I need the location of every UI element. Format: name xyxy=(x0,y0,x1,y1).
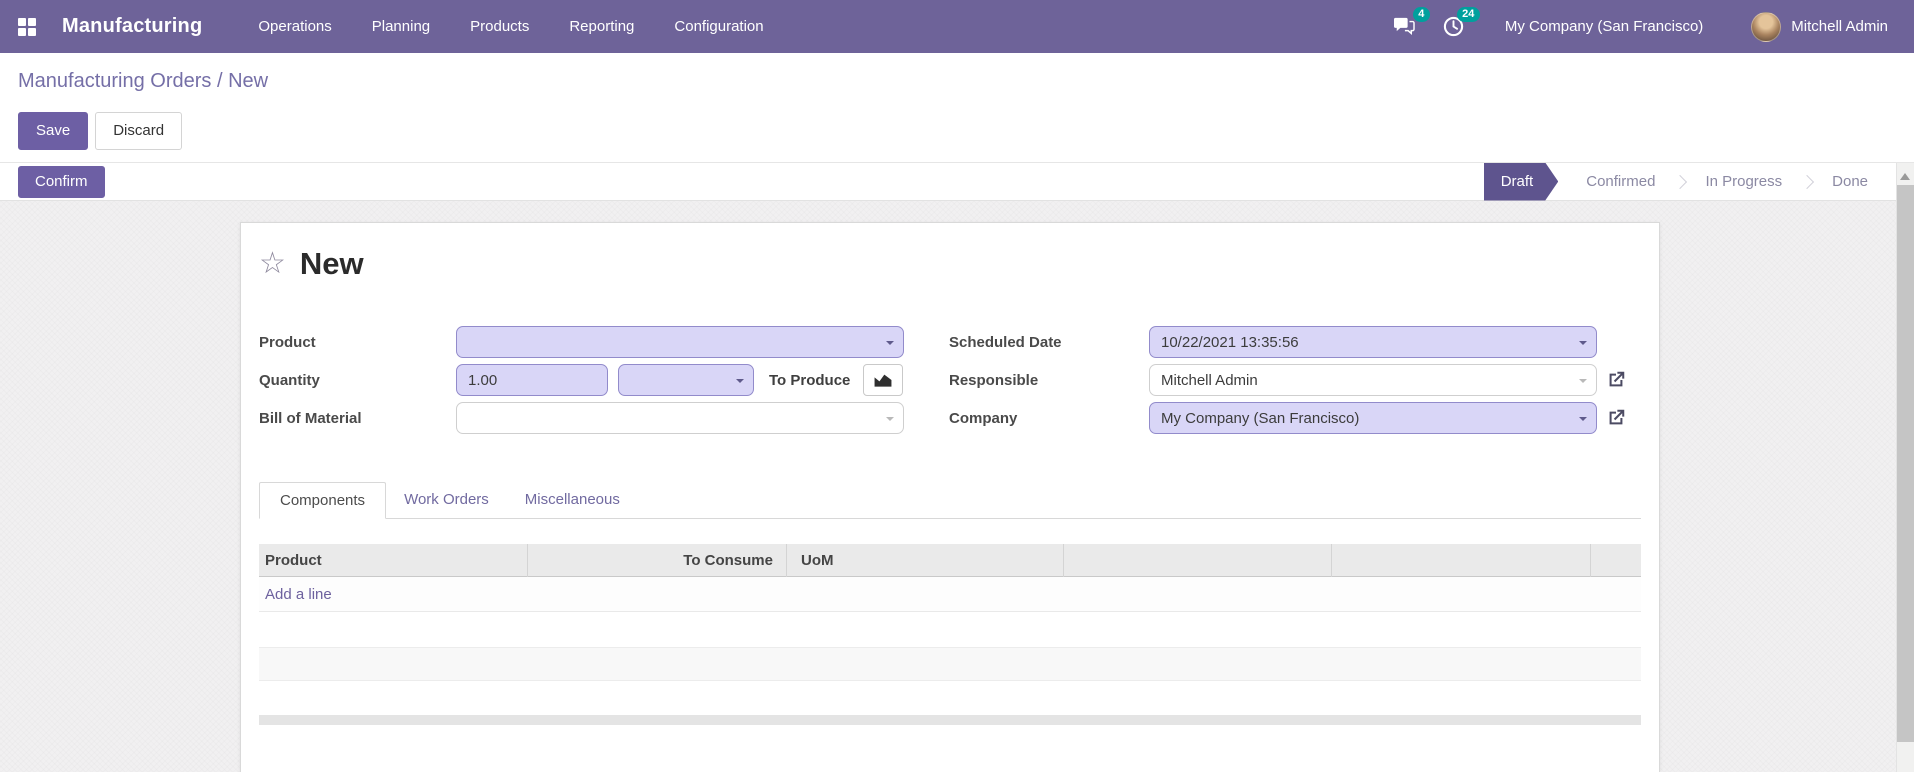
vertical-scrollbar[interactable] xyxy=(1896,163,1914,772)
product-input[interactable] xyxy=(457,327,903,357)
external-link-icon xyxy=(1609,409,1625,425)
status-step-in-progress[interactable]: In Progress xyxy=(1693,173,1794,190)
forecast-graph-button[interactable] xyxy=(863,364,904,396)
responsible-field[interactable] xyxy=(1149,364,1597,396)
apps-grid-icon xyxy=(18,17,36,36)
tab-work-orders[interactable]: Work Orders xyxy=(386,482,507,518)
dropdown-caret-icon xyxy=(886,417,894,425)
scheduled-date-field[interactable] xyxy=(1149,326,1597,358)
open-responsible-button[interactable] xyxy=(1605,369,1627,391)
breadcrumb-separator: / xyxy=(211,70,229,92)
column-header-empty xyxy=(1332,543,1591,577)
dropdown-caret-icon xyxy=(1579,417,1587,425)
table-bottom-bar xyxy=(259,715,1641,725)
column-header-product: Product xyxy=(259,543,528,577)
product-label: Product xyxy=(259,333,316,351)
column-header-empty xyxy=(1591,544,1641,577)
empty-table-row xyxy=(259,681,1641,715)
area-chart-icon xyxy=(874,374,892,387)
open-company-button[interactable] xyxy=(1605,407,1627,429)
components-table: Product To Consume UoM Add a line xyxy=(259,543,1641,725)
menu-planning[interactable]: Planning xyxy=(352,0,450,53)
form-sheet: ☆ New Product Quantity 1.00 To Produce B… xyxy=(240,222,1660,772)
app-title[interactable]: Manufacturing xyxy=(62,15,202,38)
dropdown-caret-icon xyxy=(736,379,744,387)
user-menu[interactable]: Mitchell Admin xyxy=(1751,11,1888,42)
record-title: New xyxy=(299,246,364,281)
activities-button[interactable]: 24 xyxy=(1437,6,1480,44)
bom-field[interactable] xyxy=(456,402,904,434)
chevron-right-icon xyxy=(1673,174,1688,189)
scheduled-date-input[interactable] xyxy=(1150,327,1596,357)
tab-miscellaneous[interactable]: Miscellaneous xyxy=(507,482,638,518)
status-step-confirmed[interactable]: Confirmed xyxy=(1574,173,1667,190)
company-input[interactable] xyxy=(1150,403,1596,433)
user-avatar xyxy=(1751,11,1782,42)
apps-menu-button[interactable] xyxy=(0,0,54,53)
bom-label: Bill of Material xyxy=(259,409,362,427)
messages-button[interactable]: 4 xyxy=(1387,6,1430,44)
favorite-star-icon[interactable]: ☆ xyxy=(259,249,286,279)
bom-input[interactable] xyxy=(457,403,903,433)
form-view-background: ☆ New Product Quantity 1.00 To Produce B… xyxy=(0,201,1914,772)
empty-table-row xyxy=(259,612,1641,647)
responsible-input[interactable] xyxy=(1150,365,1596,395)
activities-count-badge: 24 xyxy=(1456,6,1480,22)
company-label: Company xyxy=(949,409,1018,427)
uom-input[interactable] xyxy=(619,365,753,395)
company-switcher[interactable]: My Company (San Francisco) xyxy=(1505,18,1703,35)
form-statusbar: Confirm Draft Confirmed In Progress Done xyxy=(0,163,1914,201)
user-name: Mitchell Admin xyxy=(1791,18,1888,35)
column-header-to-consume: To Consume xyxy=(528,543,787,577)
column-header-empty xyxy=(1064,543,1332,577)
table-row: Add a line xyxy=(259,577,1641,612)
discard-button[interactable]: Discard xyxy=(95,112,183,150)
menu-reporting[interactable]: Reporting xyxy=(549,0,654,53)
dropdown-caret-icon xyxy=(1579,341,1587,349)
main-menu: Operations Planning Products Reporting C… xyxy=(238,0,783,53)
scrollbar-up-arrow-icon[interactable] xyxy=(1900,168,1910,180)
add-a-line-link[interactable]: Add a line xyxy=(259,586,332,603)
menu-configuration[interactable]: Configuration xyxy=(654,0,783,53)
external-link-icon xyxy=(1609,371,1625,387)
breadcrumb: Manufacturing Orders / New xyxy=(18,69,1914,93)
quantity-input[interactable] xyxy=(457,365,607,395)
status-pipeline: Draft Confirmed In Progress Done xyxy=(1484,163,1880,201)
scrollbar-thumb[interactable] xyxy=(1897,185,1914,742)
column-header-uom: UoM xyxy=(787,543,1064,577)
dropdown-caret-icon xyxy=(886,341,894,349)
breadcrumb-parent-link[interactable]: Manufacturing Orders xyxy=(18,70,211,92)
quantity-field[interactable] xyxy=(456,364,608,396)
quantity-label: Quantity xyxy=(259,371,320,389)
control-panel: Manufacturing Orders / New Save Discard xyxy=(0,53,1914,163)
navbar-right: 4 24 My Company (San Francisco) Mitchell… xyxy=(1371,6,1914,44)
confirm-button[interactable]: Confirm xyxy=(18,165,105,198)
chevron-right-icon xyxy=(1800,174,1815,189)
status-step-done[interactable]: Done xyxy=(1820,173,1880,190)
responsible-label: Responsible xyxy=(949,371,1039,389)
status-step-draft[interactable]: Draft xyxy=(1484,163,1559,201)
top-navbar: Manufacturing Operations Planning Produc… xyxy=(0,0,1914,53)
scheduled-date-label: Scheduled Date xyxy=(949,333,1062,351)
menu-operations[interactable]: Operations xyxy=(238,0,351,53)
company-field[interactable] xyxy=(1149,402,1597,434)
product-field[interactable] xyxy=(456,326,904,358)
to-produce-label: To Produce xyxy=(769,371,851,389)
tab-components[interactable]: Components xyxy=(259,482,387,519)
messages-count-badge: 4 xyxy=(1412,6,1430,22)
empty-table-row xyxy=(259,647,1641,681)
chat-bubbles-icon xyxy=(1393,17,1415,35)
components-table-header: Product To Consume UoM xyxy=(259,543,1641,577)
notebook-tabs: Components Work Orders Miscellaneous xyxy=(259,482,1641,519)
dropdown-caret-icon xyxy=(1579,379,1587,387)
save-button[interactable]: Save xyxy=(18,112,89,150)
uom-field[interactable] xyxy=(618,364,754,396)
breadcrumb-current: New xyxy=(228,70,269,92)
menu-products[interactable]: Products xyxy=(450,0,549,53)
record-actions: Save Discard xyxy=(18,112,1914,150)
